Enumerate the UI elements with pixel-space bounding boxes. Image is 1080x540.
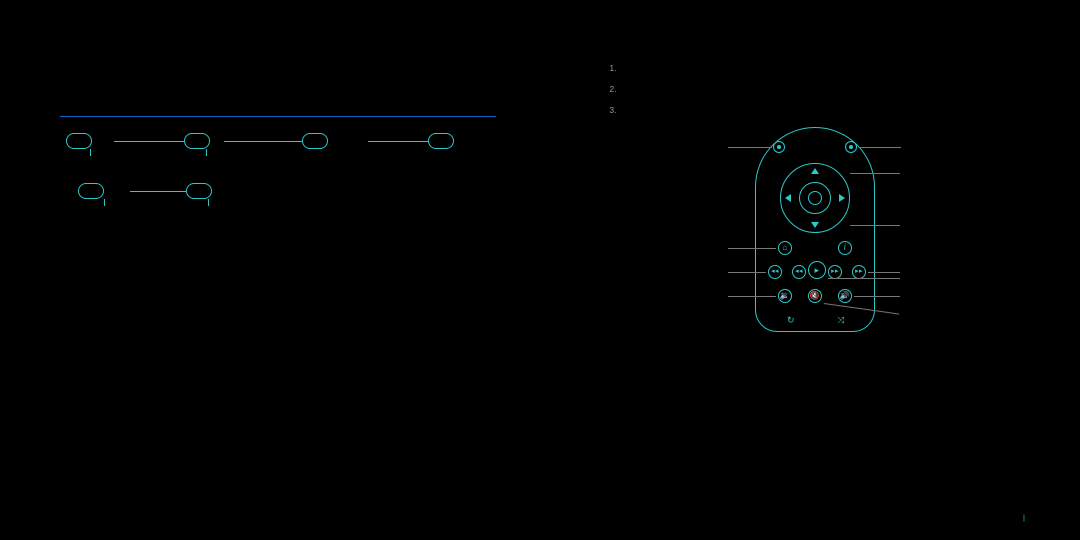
pill-shuffle [302, 133, 328, 149]
repeat-glyph: ↻ [784, 315, 798, 326]
nav-up-icon [811, 168, 819, 174]
menu-pill-row-1 [60, 133, 496, 157]
enter-button [808, 191, 822, 205]
play-glyph: ▸ [810, 265, 824, 276]
ff-glyph: ▸▸ [828, 267, 842, 275]
rew-glyph: ◂◂ [792, 267, 806, 275]
next-glyph: ▸▸ [852, 267, 866, 275]
step-1 [620, 62, 1030, 75]
pill-videos [184, 133, 210, 149]
steps-list [580, 62, 1030, 117]
page-left [0, 0, 540, 540]
nav-down-icon [811, 222, 819, 228]
page-right: ⌂ i ◂◂ ◂◂ ▸ ▸▸ ▸▸ 🔉 🔇 🔊 ↻ ⤨ [540, 0, 1080, 540]
remote-diagram: ⌂ i ◂◂ ◂◂ ▸ ▸▸ ▸▸ 🔉 🔇 🔊 ↻ ⤨ [580, 127, 1040, 337]
mode-button-icon [773, 141, 785, 153]
section-heading [60, 112, 496, 117]
step-2 [620, 83, 1030, 96]
voldown-glyph: 🔉 [778, 291, 792, 300]
footer-right: | [1023, 513, 1030, 522]
menu-pill-row-2 [60, 183, 496, 207]
step-3 [620, 104, 1030, 117]
nav-right-icon [839, 194, 845, 202]
pill-extras [186, 183, 212, 199]
nav-left-icon [785, 194, 791, 202]
home-glyph: ⌂ [778, 243, 792, 252]
pill-music [66, 133, 92, 149]
prev-glyph: ◂◂ [768, 267, 782, 275]
power-button-icon [845, 141, 857, 153]
pill-now-playing [428, 133, 454, 149]
info-glyph: i [838, 242, 852, 252]
volup-glyph: 🔊 [838, 291, 852, 300]
pill-settings [78, 183, 104, 199]
mute-glyph: 🔇 [808, 291, 822, 300]
shuffle-glyph: ⤨ [834, 315, 848, 326]
